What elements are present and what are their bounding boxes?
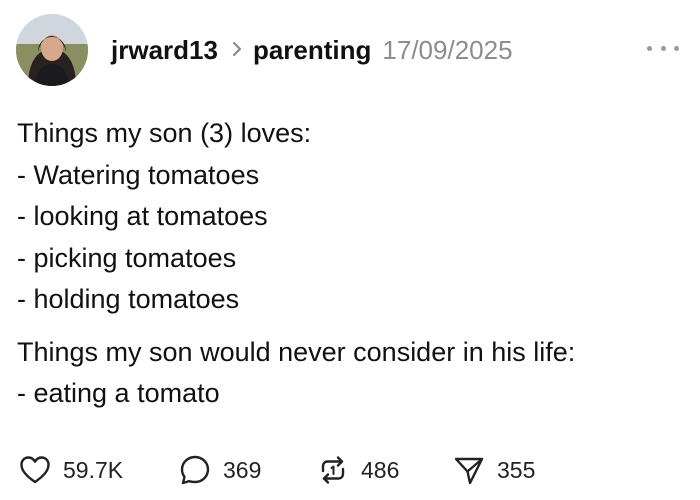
post-line: Things my son would never consider in hi… [17,336,576,367]
post-line: - picking tomatoes [17,242,237,273]
post-actions: 59.7K 369 486 355 [19,450,553,490]
share-button[interactable]: 355 [453,454,553,486]
post-header: jrward13 parenting 17/09/2025 [111,30,513,70]
heart-icon [20,456,50,484]
community-name[interactable]: parenting [253,35,371,66]
like-button[interactable]: 59.7K [19,455,179,485]
post-paragraph: Things my son (3) loves: - Watering toma… [17,113,688,321]
post-line: Things my son (3) loves: [17,118,312,148]
send-paper-plane-icon [454,457,484,485]
avatar[interactable] [16,14,88,86]
share-count: 355 [497,456,536,483]
like-count: 59.7K [63,456,124,483]
post-line: - eating a tomato [17,378,220,408]
author-username[interactable]: jrward13 [111,35,218,66]
reply-button[interactable]: 369 [179,454,317,486]
post-date: 17/09/2025 [382,34,513,65]
post-line: - Watering tomatoes [17,159,260,190]
repost-button[interactable]: 486 [317,454,453,486]
post-line: - looking at tomatoes [17,201,268,231]
chevron-right-icon [232,37,243,63]
more-options-icon[interactable] [647,36,679,60]
post-body: Things my son (3) loves: - Watering toma… [17,113,688,415]
post-paragraph: Things my son would never consider in hi… [17,332,688,415]
speech-bubble-icon [180,455,210,485]
reply-count: 369 [223,456,262,483]
thread-post: jrward13 parenting 17/09/2025 Things my … [0,0,700,500]
avatar-image [16,14,88,86]
post-line: - holding tomatoes [17,284,240,314]
repost-count: 486 [361,456,400,483]
repost-arrows-icon [321,456,345,484]
